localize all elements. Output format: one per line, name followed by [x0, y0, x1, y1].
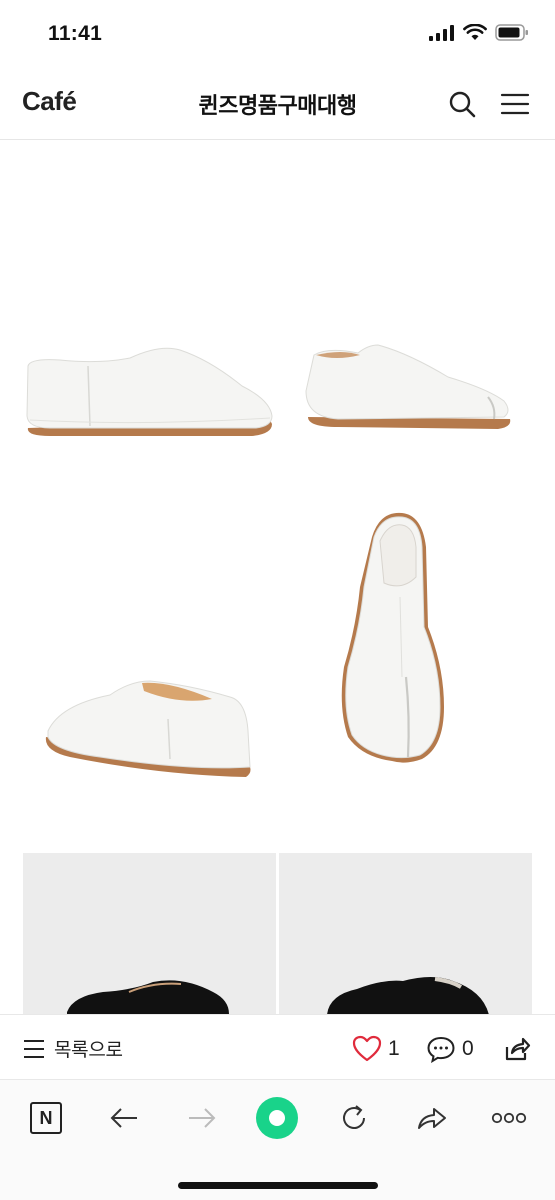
search-icon	[449, 91, 476, 118]
product-photo-rear-view	[45, 680, 251, 777]
menu-button[interactable]	[497, 86, 533, 122]
heart-icon	[352, 1035, 382, 1062]
wifi-icon	[463, 24, 487, 40]
forward-button[interactable]	[180, 1096, 224, 1140]
forward-icon	[189, 1108, 216, 1128]
product-photo-top-view	[341, 512, 444, 763]
naver-badge: N	[30, 1102, 62, 1134]
comment-count: 0	[462, 1037, 474, 1060]
product-photo-side-view	[26, 347, 273, 436]
search-button[interactable]	[444, 86, 480, 122]
send-button[interactable]	[410, 1096, 454, 1140]
post-action-bar: 목록으로 1 0	[0, 1014, 555, 1080]
list-icon	[24, 1039, 44, 1058]
status-time: 11:41	[48, 22, 103, 45]
like-count: 1	[388, 1037, 400, 1060]
comment-button[interactable]: 0	[426, 1035, 474, 1063]
refresh-button[interactable]	[332, 1096, 376, 1140]
post-content	[0, 141, 555, 1014]
refresh-icon	[343, 1105, 365, 1129]
black-suede-shoe-left	[67, 980, 229, 1014]
back-to-list-label: 목록으로	[54, 1040, 123, 1061]
status-icons	[429, 24, 529, 41]
home-indicator[interactable]	[178, 1182, 378, 1189]
product-photo-black-right	[279, 853, 532, 1014]
like-button[interactable]: 1	[352, 1035, 400, 1063]
product-photo-black-left	[23, 853, 276, 1014]
comment-icon	[427, 1036, 455, 1063]
more-button[interactable]	[487, 1096, 531, 1140]
screen: 11:41 Café 퀸즈명품구매대행 목록으로 1 0 N	[0, 0, 555, 1200]
back-button[interactable]	[102, 1096, 146, 1140]
black-suede-shoe-right	[327, 977, 489, 1014]
cafe-header: Café 퀸즈명품구매대행	[0, 70, 555, 140]
more-icon	[491, 1112, 527, 1124]
green-dot-button[interactable]	[254, 1096, 300, 1140]
signal-icon	[429, 24, 454, 41]
naver-badge-label: N	[39, 1107, 53, 1128]
back-to-list-button[interactable]: 목록으로	[22, 1035, 123, 1062]
battery-icon	[495, 24, 528, 41]
status-bar: 11:41	[0, 0, 555, 70]
share-icon	[505, 1037, 531, 1061]
send-icon	[418, 1108, 446, 1129]
naver-home-button[interactable]: N	[24, 1096, 68, 1140]
green-dot-icon	[256, 1097, 298, 1139]
back-icon	[110, 1108, 137, 1128]
share-button[interactable]	[503, 1035, 531, 1063]
menu-icon	[500, 93, 530, 115]
